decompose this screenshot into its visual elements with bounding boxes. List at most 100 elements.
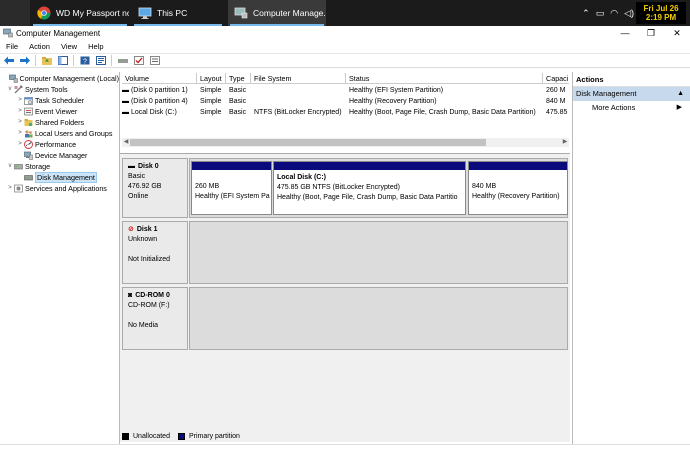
tree-node-services-applications[interactable]: > Services and Applications (0, 183, 119, 194)
actions-section-disk-management[interactable]: Disk Management ▲ (573, 87, 690, 101)
scrollbar-thumb[interactable] (130, 139, 486, 146)
taskbar-item-label: Computer Manage... (253, 8, 326, 18)
minimize-button[interactable]: — (612, 26, 638, 40)
toolbar: ? (0, 53, 690, 68)
tree-node-storage[interactable]: v Storage (0, 161, 119, 172)
disk-empty-area[interactable] (189, 287, 568, 350)
partition-size: 260 MB (195, 183, 220, 190)
disk-name: Disk 1 (136, 226, 158, 233)
taskbar-item-chrome[interactable]: WD My Passport no... (31, 0, 129, 26)
menu-view[interactable]: View (61, 42, 77, 51)
tree-node-label: Storage (25, 162, 51, 171)
taskbar-item-this-pc[interactable]: This PC (132, 0, 224, 26)
menu-file[interactable]: File (6, 42, 18, 51)
scroll-right-icon[interactable]: ▶ (561, 138, 569, 147)
expand-right-icon[interactable]: > (6, 183, 14, 194)
actions-pane: Actions Disk Management ▲ More Actions ▶ (572, 72, 690, 444)
disk-management-icon (24, 175, 33, 181)
up-folder-button[interactable] (41, 55, 52, 66)
column-header-capacity[interactable]: Capaci (543, 73, 569, 84)
tree-node-computer-management[interactable]: Computer Management (Local) (0, 73, 119, 84)
folder-up-icon (41, 57, 52, 65)
battery-icon[interactable]: ▭ (596, 8, 605, 19)
volume-icon[interactable]: ◁) (624, 8, 634, 19)
partition-efi[interactable]: 260 MB Healthy (EFI System Pa (191, 161, 272, 215)
expand-down-icon[interactable]: v (6, 84, 14, 95)
tree-node-task-scheduler[interactable]: > Task Scheduler (0, 95, 119, 106)
check-button[interactable] (133, 55, 144, 66)
disk-type: Basic (128, 173, 146, 180)
actions-title: Actions (573, 72, 690, 87)
expand-right-icon[interactable]: > (16, 139, 24, 150)
volume-status: Healthy (Recovery Partition) (349, 98, 437, 105)
show-hide-tree-button[interactable] (57, 55, 68, 66)
collapse-up-icon[interactable]: ▲ (677, 87, 684, 101)
maximize-button[interactable]: ❐ (638, 26, 664, 40)
disk-status: No Media (128, 322, 158, 329)
system-tools-icon (14, 85, 23, 94)
tree-node-local-users-groups[interactable]: > Local Users and Groups (0, 128, 119, 139)
partition-status: Healthy (Recovery Partition) (472, 193, 560, 200)
disk-row: ⊘ Disk 1 Unknown Not Initialized (122, 221, 568, 284)
disk-empty-area[interactable] (189, 221, 568, 284)
svg-text:?: ? (83, 59, 87, 66)
chevron-right-icon: ▶ (676, 104, 682, 111)
volume-type: Basic (229, 98, 247, 105)
expand-right-icon[interactable]: > (16, 128, 24, 139)
column-header-layout[interactable]: Layout (197, 73, 226, 84)
close-button[interactable]: ✕ (664, 26, 690, 40)
tree-node-device-manager[interactable]: Device Manager (0, 150, 119, 161)
tree-node-label: Shared Folders (35, 118, 85, 127)
table-row[interactable]: ▬ (Disk 0 partition 4) Simple Basic Heal… (122, 97, 569, 107)
horizontal-scrollbar[interactable]: ◀ ▶ (122, 138, 569, 147)
tree-node-performance[interactable]: > Performance (0, 139, 119, 150)
partition-recovery[interactable]: 840 MB Healthy (Recovery Partition) (468, 161, 568, 215)
partition-local-disk-c[interactable]: Local Disk (C:) 475.85 GB NTFS (BitLocke… (273, 161, 466, 215)
column-header-type[interactable]: Type (226, 73, 251, 84)
action-more-actions[interactable]: More Actions ▶ (573, 101, 690, 115)
start-button[interactable] (0, 0, 30, 26)
tree-node-disk-management[interactable]: Disk Management (0, 172, 119, 183)
properties-button[interactable] (95, 55, 106, 66)
volume-name: Local Disk (C:) (130, 109, 177, 116)
legend-swatch-unallocated (122, 433, 129, 440)
help-button[interactable]: ? (79, 55, 90, 66)
tree-node-shared-folders[interactable]: > Shared Folders (0, 117, 119, 128)
taskbar-clock[interactable]: Fri Jul 26 2:19 PM (636, 2, 686, 24)
menu-help[interactable]: Help (88, 42, 103, 51)
scroll-left-icon[interactable]: ◀ (122, 138, 130, 147)
disk-graphical-view: ▬ Disk 0 Basic 476.92 GB Online 260 MB He… (120, 153, 570, 442)
menu-action[interactable]: Action (29, 42, 50, 51)
tree-node-event-viewer[interactable]: > Event Viewer (0, 106, 119, 117)
table-row[interactable]: ▬ Local Disk (C:) Simple Basic NTFS (Bit… (122, 108, 569, 118)
disk-label[interactable]: ◙ CD-ROM 0 CD-ROM (F:) No Media (122, 287, 188, 350)
rescan-button[interactable] (149, 55, 160, 66)
disk-icon: ▬ (128, 163, 135, 170)
column-header-file-system[interactable]: File System (251, 73, 346, 84)
taskbar-item-computer-management[interactable]: Computer Manage... (228, 0, 326, 26)
disk-label[interactable]: ▬ Disk 0 Basic 476.92 GB Online (122, 158, 188, 218)
disk-status: Online (128, 193, 149, 200)
chevron-up-icon[interactable]: ⌃ (582, 8, 590, 19)
expand-right-icon[interactable]: > (16, 95, 24, 106)
expand-right-icon[interactable]: > (16, 117, 24, 128)
column-header-status[interactable]: Status (346, 73, 543, 84)
users-groups-icon (25, 130, 33, 138)
drive-icon (117, 59, 128, 63)
list-icon (149, 56, 160, 65)
expand-right-icon[interactable]: > (16, 106, 24, 117)
column-header-volume[interactable]: Volume (122, 73, 197, 84)
wifi-icon[interactable]: ◠ (610, 8, 618, 19)
volume-type: Basic (229, 87, 247, 94)
back-button[interactable] (3, 55, 14, 66)
disk-type: Unknown (128, 236, 158, 243)
tree-node-system-tools[interactable]: v System Tools (0, 84, 119, 95)
connect-button[interactable] (117, 55, 128, 66)
table-row[interactable]: ▬ (Disk 0 partition 1) Simple Basic Heal… (122, 86, 569, 96)
taskbar-item-label: WD My Passport no... (56, 8, 129, 18)
disk-label[interactable]: ⊘ Disk 1 Unknown Not Initialized (122, 221, 188, 284)
tree-node-label: Computer Management (Local) (19, 74, 119, 83)
expand-down-icon[interactable]: v (6, 161, 14, 172)
window-title-bar: Computer Management — ❐ ✕ (0, 26, 690, 40)
forward-button[interactable] (19, 55, 30, 66)
